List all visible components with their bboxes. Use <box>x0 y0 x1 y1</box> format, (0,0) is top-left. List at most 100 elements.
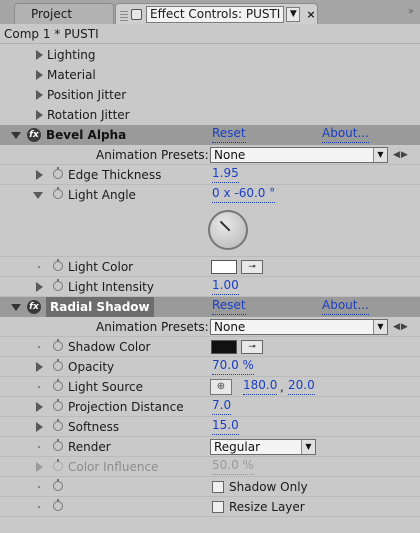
stopwatch-icon[interactable] <box>53 419 63 431</box>
panel-tab-bar: Project Effect Controls: PUSTI ▼ × » <box>0 0 420 24</box>
bullet-dot <box>38 266 40 268</box>
animation-presets-select[interactable]: None ▼ <box>210 147 388 163</box>
property-row-light-intensity: Light Intensity 1.00 <box>0 277 420 297</box>
expand-triangle-icon[interactable] <box>36 462 43 472</box>
drag-grip-icon[interactable] <box>120 8 128 21</box>
group-row-material[interactable]: Material <box>0 65 420 85</box>
expand-triangle-icon[interactable] <box>36 90 43 100</box>
about-link[interactable]: About... <box>322 297 369 315</box>
property-row-softness: Softness 15.0 <box>0 417 420 437</box>
bullet-dot <box>38 446 40 448</box>
reset-link[interactable]: Reset <box>212 297 246 315</box>
bullet-dot <box>38 386 40 388</box>
group-row-position-jitter[interactable]: Position Jitter <box>0 85 420 105</box>
stopwatch-icon[interactable] <box>53 399 63 411</box>
stopwatch-icon[interactable] <box>53 259 63 271</box>
effect-name: Radial Shadow <box>46 297 154 317</box>
light-source-x-value[interactable]: 180.0 <box>243 377 278 395</box>
light-color-swatch[interactable] <box>211 260 237 274</box>
chevron-down-icon: ▼ <box>373 148 387 162</box>
about-link[interactable]: About... <box>322 125 369 143</box>
stopwatch-icon[interactable] <box>53 439 63 451</box>
eyedropper-icon[interactable]: ⊸ <box>241 260 263 274</box>
property-row-color-influence: Color Influence 50.0 % <box>0 457 420 477</box>
fx-icon[interactable]: fx <box>27 128 41 142</box>
stopwatch-icon[interactable] <box>53 379 63 391</box>
tab-effect-controls[interactable]: Effect Controls: PUSTI ▼ × <box>115 3 318 24</box>
render-select[interactable]: Regular ▼ <box>210 439 316 455</box>
property-value[interactable]: 1.00 <box>212 277 239 295</box>
chevron-down-icon: ▼ <box>373 320 387 334</box>
property-value[interactable]: 70.0 % <box>212 357 254 375</box>
property-label: Color Influence <box>68 460 159 474</box>
effect-controls-list[interactable]: Lighting Material Position Jitter Rotati… <box>0 45 420 533</box>
property-label: Edge Thickness <box>68 168 162 182</box>
group-row-rotation-jitter[interactable]: Rotation Jitter <box>0 105 420 125</box>
stopwatch-icon[interactable] <box>53 187 63 199</box>
comp-layer-title: Comp 1 * PUSTI <box>0 24 420 44</box>
panel-flyout-icon[interactable]: » <box>408 6 414 17</box>
stopwatch-icon[interactable] <box>53 499 63 511</box>
property-row-light-color: Light Color ⊸ <box>0 257 420 277</box>
property-value[interactable]: 15.0 <box>212 417 239 435</box>
stopwatch-icon[interactable] <box>53 359 63 371</box>
property-value[interactable]: 0 x -60.0 ° <box>212 185 276 203</box>
lock-icon[interactable] <box>131 9 142 20</box>
tab-menu-button[interactable]: ▼ <box>286 7 301 22</box>
effect-header-radial-shadow[interactable]: fx Radial Shadow Reset About... <box>0 297 420 317</box>
expand-triangle-icon[interactable] <box>36 422 43 432</box>
expand-triangle-icon[interactable] <box>36 110 43 120</box>
expand-triangle-icon[interactable] <box>36 402 43 412</box>
angle-dial[interactable] <box>208 210 248 250</box>
preset-nav-arrows-icon[interactable]: ◀▶ <box>393 317 409 337</box>
group-label: Material <box>47 68 96 82</box>
property-value[interactable]: 1.95 <box>212 165 239 183</box>
stopwatch-icon[interactable] <box>53 279 63 291</box>
select-value: Regular <box>214 440 261 454</box>
effect-header-bevel-alpha[interactable]: fx Bevel Alpha Reset About... <box>0 125 420 145</box>
tab-effect-controls-label: Effect Controls: PUSTI <box>146 6 285 23</box>
group-label: Position Jitter <box>47 88 127 102</box>
bullet-dot <box>38 506 40 508</box>
stopwatch-icon[interactable] <box>53 479 63 491</box>
property-row-shadow-only: Shadow Only <box>0 477 420 497</box>
expand-triangle-icon[interactable] <box>36 50 43 60</box>
stopwatch-icon[interactable] <box>53 167 63 179</box>
expand-triangle-icon[interactable] <box>36 282 43 292</box>
animation-presets-label: Animation Presets: <box>96 148 209 162</box>
property-label: Opacity <box>68 360 115 374</box>
expand-triangle-icon[interactable] <box>36 362 43 372</box>
collapse-triangle-icon[interactable] <box>11 304 21 311</box>
property-label: Light Angle <box>68 188 136 202</box>
effect-name: Bevel Alpha <box>46 128 127 142</box>
fx-icon[interactable]: fx <box>27 300 41 314</box>
shadow-only-checkbox[interactable] <box>212 481 224 493</box>
close-icon[interactable]: × <box>306 5 315 25</box>
property-row-opacity: Opacity 70.0 % <box>0 357 420 377</box>
resize-layer-checkbox[interactable] <box>212 501 224 513</box>
crosshair-icon[interactable]: ⊕ <box>210 379 232 395</box>
preset-nav-arrows-icon[interactable]: ◀▶ <box>393 145 409 165</box>
stopwatch-icon[interactable] <box>53 339 63 351</box>
checkbox-label: Shadow Only <box>229 480 308 494</box>
property-value[interactable]: 7.0 <box>212 397 232 415</box>
animation-presets-select[interactable]: None ▼ <box>210 319 388 335</box>
group-row-lighting[interactable]: Lighting <box>0 45 420 65</box>
property-row-edge-thickness: Edge Thickness 1.95 <box>0 165 420 185</box>
property-row-light-source: Light Source ⊕ 180.0 , 20.0 <box>0 377 420 397</box>
chevron-down-icon: ▼ <box>301 440 315 454</box>
shadow-color-swatch[interactable] <box>211 340 237 354</box>
eyedropper-icon[interactable]: ⊸ <box>241 340 263 354</box>
collapse-triangle-icon[interactable] <box>33 192 43 199</box>
expand-triangle-icon[interactable] <box>36 70 43 80</box>
property-label: Projection Distance <box>68 400 184 414</box>
property-label: Light Color <box>68 260 134 274</box>
light-source-y-value[interactable]: 20.0 <box>288 377 315 395</box>
property-row-light-angle: Light Angle 0 x -60.0 ° <box>0 185 420 205</box>
property-label: Softness <box>68 420 120 434</box>
stopwatch-icon[interactable] <box>53 459 63 471</box>
expand-triangle-icon[interactable] <box>36 170 43 180</box>
collapse-triangle-icon[interactable] <box>11 132 21 139</box>
tab-project[interactable]: Project <box>14 3 114 24</box>
reset-link[interactable]: Reset <box>212 125 246 143</box>
